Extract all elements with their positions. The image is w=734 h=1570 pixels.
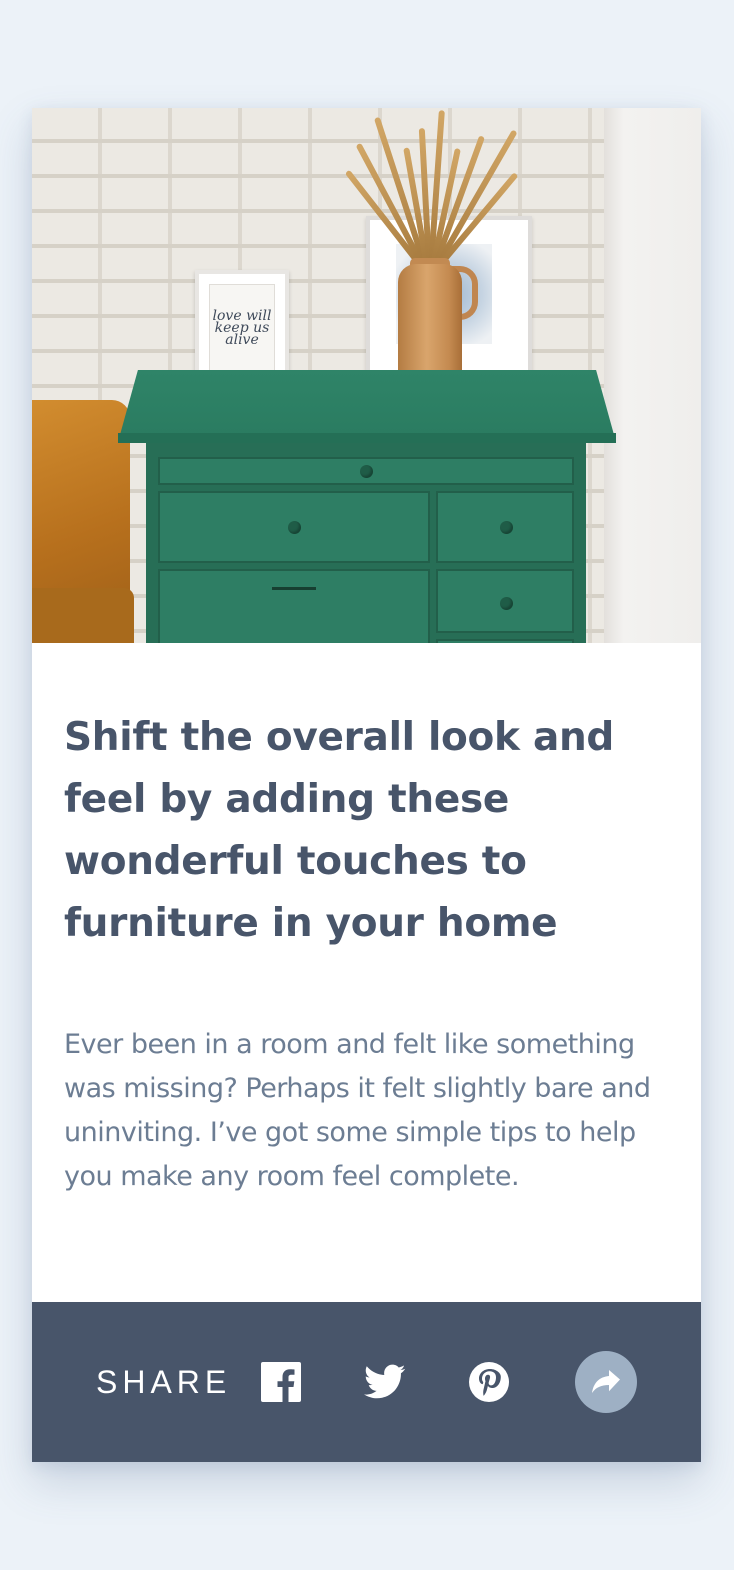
- drawer-pull: [272, 587, 316, 590]
- dresser-drawer: [158, 457, 574, 485]
- sofa-seat: [32, 588, 134, 643]
- article-content: Shift the overall look and feel by addin…: [32, 643, 701, 1199]
- dresser-lip: [118, 433, 616, 443]
- drawer-knob: [500, 521, 513, 534]
- pinterest-icon: [469, 1362, 509, 1402]
- article-image: love will keep us alive: [32, 108, 701, 643]
- facebook-share-button[interactable]: [250, 1351, 312, 1413]
- twitter-icon: [364, 1364, 406, 1399]
- share-arrow-icon: [592, 1370, 620, 1393]
- pinterest-share-button[interactable]: [458, 1351, 520, 1413]
- drawer-knob: [288, 521, 301, 534]
- share-label: SHARE: [96, 1364, 232, 1400]
- article-excerpt: Ever been in a room and felt like someth…: [64, 1029, 651, 1192]
- dresser-drawer: [158, 491, 430, 563]
- dresser-drawer: [158, 569, 430, 643]
- share-bar: SHARE: [32, 1302, 701, 1462]
- drawer-knob: [360, 465, 373, 478]
- twitter-share-button[interactable]: [354, 1351, 416, 1413]
- drawer-knob: [500, 597, 513, 610]
- facebook-icon: [261, 1362, 301, 1402]
- quote-frame-text: love will keep us alive: [209, 284, 275, 372]
- green-dresser: [146, 443, 586, 643]
- dresser-drawer: [436, 639, 574, 643]
- quote-frame: love will keep us alive: [195, 270, 289, 386]
- more-share-button[interactable]: [575, 1351, 637, 1413]
- wall-corner: [604, 108, 701, 643]
- dresser-drawer: [436, 491, 574, 563]
- article-card: love will keep us alive Shift the overal…: [32, 108, 701, 1462]
- dresser-drawer: [436, 569, 574, 633]
- article-title: Shift the overall look and feel by addin…: [64, 715, 615, 946]
- dresser-top: [118, 370, 616, 442]
